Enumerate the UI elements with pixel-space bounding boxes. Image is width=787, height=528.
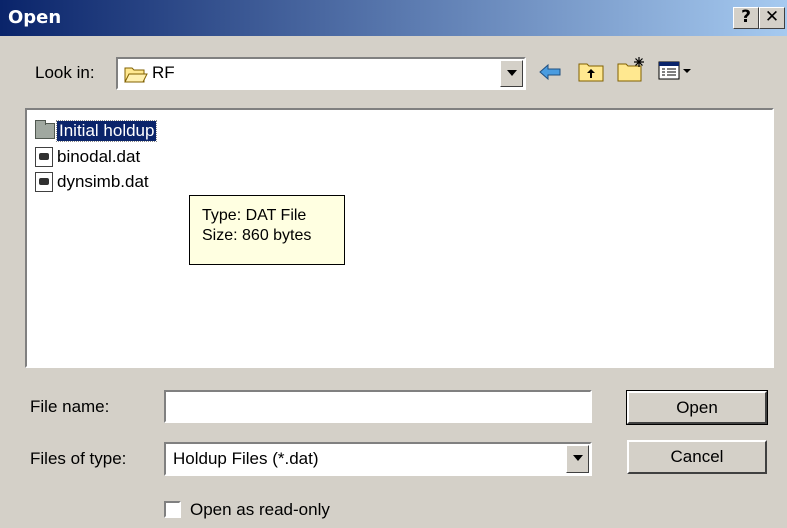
filename-input[interactable] [164,390,592,423]
filetype-combo[interactable]: Holdup Files (*.dat) [164,442,592,476]
tooltip-type: Type: DAT File [202,207,307,224]
list-item-label: Initial holdup [55,120,158,142]
filetype-label: Files of type: [30,449,127,468]
title-bar[interactable]: Open ? ✕ [0,0,787,36]
file-tooltip: Type: DAT File Size: 860 bytes [189,195,345,265]
filename-label: File name: [30,397,110,416]
close-button[interactable]: ✕ [759,7,785,29]
dat-file-icon [35,172,53,192]
list-item[interactable]: dynsimb.dat [35,171,149,193]
list-item-label: binodal.dat [57,147,141,166]
window-title: Open [8,7,62,28]
folder-open-icon [124,65,148,88]
file-list[interactable]: Initial holdup binodal.dat dynsimb.dat [25,108,774,368]
readonly-checkbox[interactable] [164,501,181,518]
view-menu-icon[interactable] [658,61,692,86]
help-button[interactable]: ? [733,7,759,29]
filetype-value: Holdup Files (*.dat) [173,449,319,468]
lookin-combo[interactable]: RF [116,57,526,90]
up-folder-icon[interactable] [578,60,604,87]
cancel-button[interactable]: Cancel [627,440,767,474]
folder-icon [35,120,55,139]
lookin-label: Look in: [35,63,95,82]
lookin-dropdown-arrow[interactable] [500,60,523,87]
list-item-label: dynsimb.dat [57,172,149,191]
list-item-folder[interactable]: Initial holdup [35,120,158,142]
list-item[interactable]: binodal.dat [35,146,140,168]
dat-file-icon [35,147,53,167]
lookin-value: RF [152,63,175,82]
readonly-label[interactable]: Open as read-only [190,500,330,520]
open-button[interactable]: Open [626,390,768,425]
new-folder-icon[interactable] [617,56,647,87]
tooltip-size: Size: 860 bytes [202,227,312,244]
back-arrow-icon[interactable] [538,62,562,87]
filetype-dropdown-arrow[interactable] [566,445,589,473]
